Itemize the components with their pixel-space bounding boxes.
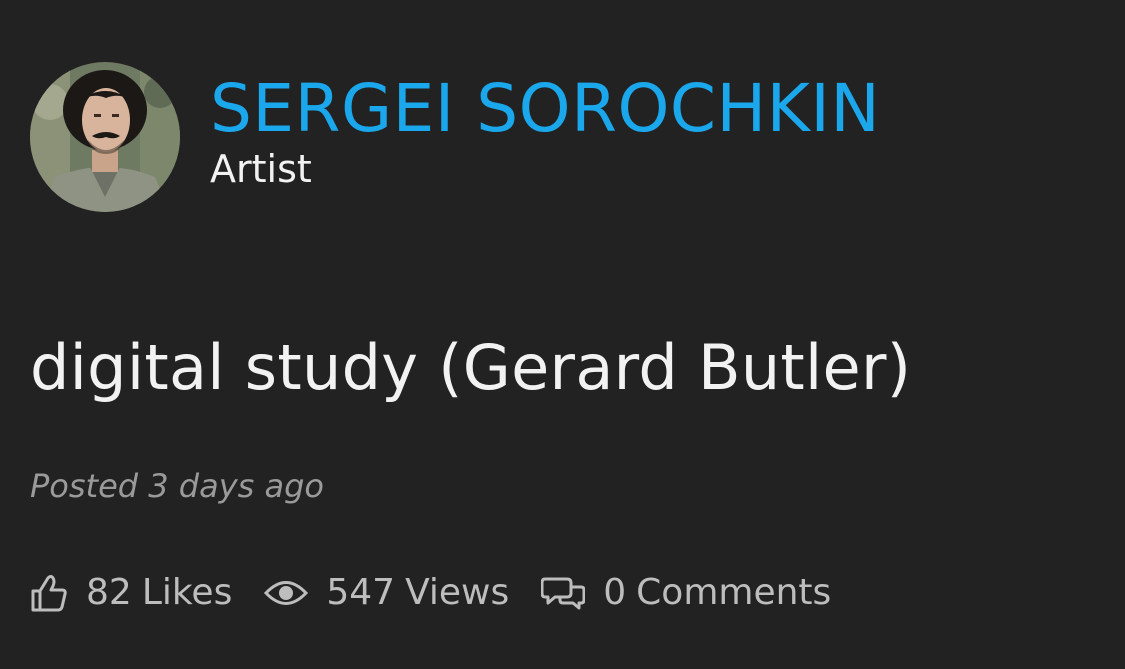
comments-stat[interactable]: 0 Comments (541, 568, 831, 618)
comments-label: Comments (636, 572, 832, 613)
eye-icon (264, 578, 309, 608)
comments-count: 0 (603, 572, 627, 613)
artwork-details-panel: SERGEI SOROCHKIN Artist digital study (G… (0, 0, 1125, 669)
posted-time: Posted 3 days ago (30, 467, 324, 505)
artist-avatar[interactable] (30, 62, 180, 212)
likes-label: Likes (141, 572, 233, 613)
artist-header: SERGEI SOROCHKIN Artist (30, 62, 880, 212)
likes-count: 82 (86, 572, 132, 613)
artist-role: Artist (210, 147, 312, 191)
views-label: Views (405, 572, 510, 613)
artwork-title: digital study (Gerard Butler) (30, 331, 912, 404)
likes-stat[interactable]: 82 Likes (30, 568, 232, 618)
thumbs-up-icon (30, 573, 68, 613)
comments-icon (541, 575, 586, 611)
artist-name-link[interactable]: SERGEI SOROCHKIN (210, 68, 880, 150)
views-count: 547 (326, 572, 396, 613)
views-stat[interactable]: 547 Views (264, 568, 509, 618)
artwork-stats: 82 Likes 547 Views 0 Comments (30, 568, 863, 618)
artist-avatar-photo (30, 62, 180, 212)
artist-info: SERGEI SOROCHKIN Artist (210, 62, 880, 192)
